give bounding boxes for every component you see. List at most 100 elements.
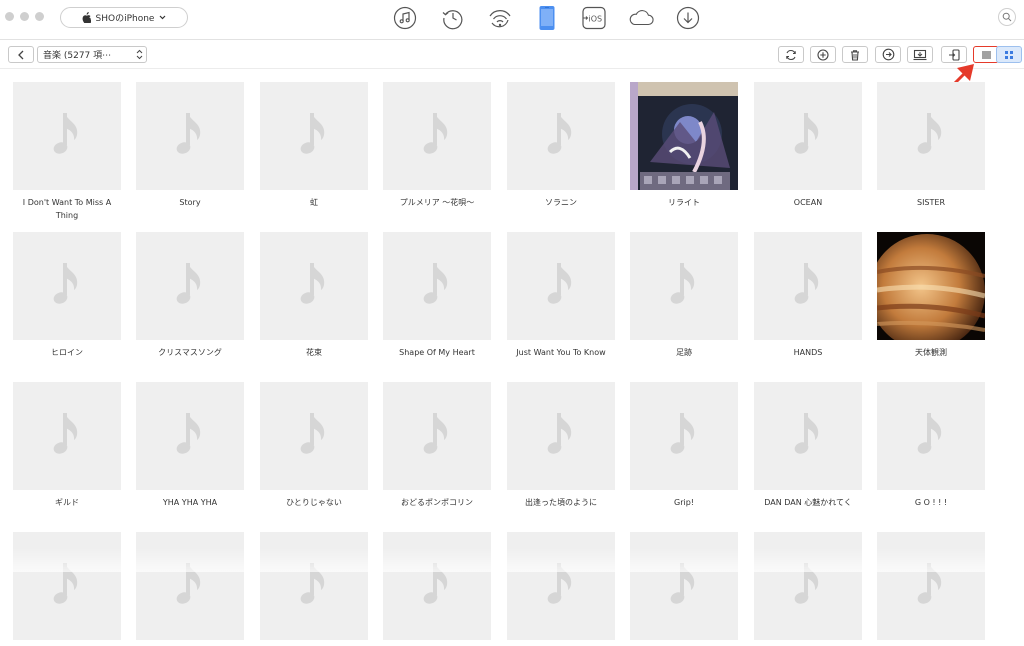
- song-tile[interactable]: ソラニン: [507, 82, 615, 209]
- album-art: [754, 382, 862, 490]
- song-title: リライト: [668, 198, 700, 207]
- album-art: [136, 382, 244, 490]
- album-art: [877, 532, 985, 640]
- song-tile[interactable]: クリスマスソング: [136, 232, 244, 359]
- download-button[interactable]: [675, 5, 701, 31]
- to-device-button[interactable]: [941, 46, 967, 63]
- music-note-icon: [53, 263, 78, 304]
- song-tile[interactable]: SISTER: [877, 82, 985, 209]
- back-button[interactable]: [8, 46, 34, 63]
- song-tile[interactable]: [136, 532, 244, 646]
- delete-button[interactable]: [842, 46, 868, 63]
- music-note-icon: [176, 563, 201, 604]
- ios-mover-button[interactable]: iOS: [581, 5, 607, 31]
- song-tile[interactable]: ヒロイン: [13, 232, 121, 359]
- album-art: [260, 382, 368, 490]
- add-icon: [817, 48, 829, 61]
- song-tile[interactable]: Grip!: [630, 382, 738, 509]
- song-tile[interactable]: [877, 532, 985, 646]
- album-art: [754, 532, 862, 640]
- history-button[interactable]: [440, 5, 466, 31]
- song-tile[interactable]: Story: [136, 82, 244, 209]
- album-art-image: [630, 82, 738, 190]
- ios-mover-icon: iOS: [582, 6, 606, 30]
- add-button[interactable]: [810, 46, 836, 63]
- song-tile[interactable]: Just Want You To Know: [507, 232, 615, 359]
- device-button[interactable]: [534, 5, 560, 31]
- icloud-button[interactable]: [628, 5, 654, 31]
- category-select[interactable]: 音楽 (5277 項⋯: [37, 46, 147, 63]
- to-itunes-button[interactable]: [875, 46, 901, 63]
- album-art: [754, 82, 862, 190]
- music-note-icon: [300, 563, 325, 604]
- song-title: I Don't Want To Miss A Thing: [22, 198, 112, 220]
- song-grid: I Don't Want To Miss A Thing Story 虹 プルメリア …: [0, 70, 1024, 640]
- music-note-icon: [423, 113, 448, 154]
- song-title: プルメリア 〜花唄〜: [399, 198, 475, 207]
- album-art: [13, 532, 121, 640]
- chevron-left-icon: [18, 50, 24, 59]
- album-art: [630, 382, 738, 490]
- song-tile[interactable]: ひとりじゃない: [260, 382, 368, 509]
- album-art: [877, 232, 985, 340]
- music-library-button[interactable]: [392, 5, 418, 31]
- song-tile[interactable]: 天体観測: [877, 232, 985, 359]
- music-note-icon: [794, 563, 819, 604]
- album-art: [630, 82, 738, 190]
- song-tile[interactable]: [754, 532, 862, 646]
- music-note-icon: [670, 263, 695, 304]
- song-tile[interactable]: ギルド: [13, 382, 121, 509]
- song-title: YHA YHA YHA: [162, 498, 218, 507]
- album-art: [13, 382, 121, 490]
- search-button[interactable]: [998, 8, 1016, 26]
- song-tile[interactable]: I Don't Want To Miss A Thing: [13, 82, 121, 222]
- grid-view-button[interactable]: [996, 46, 1022, 63]
- song-tile[interactable]: 出逢った頃のように: [507, 382, 615, 509]
- category-label: 音楽 (5277 項⋯: [43, 51, 112, 61]
- music-note-icon: [300, 413, 325, 454]
- song-tile[interactable]: [383, 532, 491, 646]
- song-title: HANDS: [793, 348, 823, 357]
- song-tile[interactable]: DAN DAN 心魅かれてく: [754, 382, 862, 509]
- song-tile[interactable]: 花束: [260, 232, 368, 359]
- album-art: [507, 532, 615, 640]
- song-tile[interactable]: おどるポンポコリン: [383, 382, 491, 509]
- to-computer-button[interactable]: [907, 46, 933, 63]
- song-tile[interactable]: G O ! ! !: [877, 382, 985, 509]
- song-tile[interactable]: [13, 532, 121, 646]
- refresh-button[interactable]: [778, 46, 804, 63]
- album-art: [13, 82, 121, 190]
- music-note-icon: [300, 113, 325, 154]
- song-tile[interactable]: HANDS: [754, 232, 862, 359]
- to-computer-icon: [913, 49, 927, 60]
- song-title: ソラニン: [545, 198, 577, 207]
- album-art: [260, 82, 368, 190]
- song-tile[interactable]: [630, 532, 738, 646]
- song-tile[interactable]: リライト: [630, 82, 738, 209]
- delete-icon: [851, 49, 859, 61]
- album-art: [136, 232, 244, 340]
- song-tile[interactable]: [507, 532, 615, 646]
- song-tile[interactable]: YHA YHA YHA: [136, 382, 244, 509]
- music-note-icon: [794, 263, 819, 304]
- song-tile[interactable]: プルメリア 〜花唄〜: [383, 82, 491, 209]
- song-tile[interactable]: 足跡: [630, 232, 738, 359]
- song-title: Grip!: [674, 498, 694, 507]
- album-art: [383, 232, 491, 340]
- music-note-icon: [670, 413, 695, 454]
- air-backup-button[interactable]: [487, 5, 513, 31]
- music-note-icon: [53, 563, 78, 604]
- icloud-icon: [629, 10, 654, 26]
- song-title: 天体観測: [915, 348, 947, 357]
- song-tile[interactable]: OCEAN: [754, 82, 862, 209]
- song-tile[interactable]: [260, 532, 368, 646]
- song-tile[interactable]: 虹: [260, 82, 368, 209]
- music-note-icon: [547, 113, 572, 154]
- song-tile[interactable]: Shape Of My Heart: [383, 232, 491, 359]
- song-title: G O ! ! !: [914, 498, 948, 507]
- music-note-icon: [794, 113, 819, 154]
- search-icon: [1002, 12, 1012, 22]
- music-note-icon: [670, 563, 695, 604]
- album-art: [754, 232, 862, 340]
- album-art: [383, 382, 491, 490]
